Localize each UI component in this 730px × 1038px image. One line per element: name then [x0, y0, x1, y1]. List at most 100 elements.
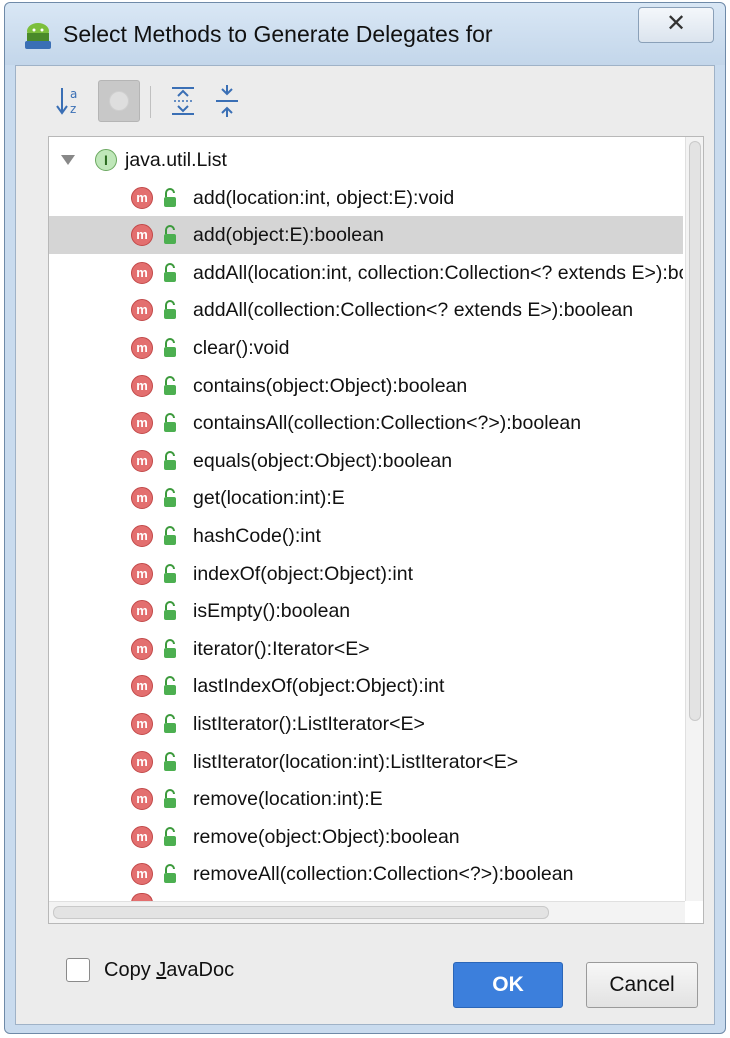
- method-icon: m: [131, 788, 153, 811]
- root-label: java.util.List: [125, 149, 227, 171]
- method-row[interactable]: m hashCode():int: [49, 517, 683, 555]
- show-classes-icon: [109, 91, 129, 111]
- method-signature: contains(object:Object):boolean: [193, 374, 468, 397]
- method-signature: remove(object:Object):boolean: [193, 825, 460, 848]
- method-icon: m: [131, 712, 153, 735]
- method-icon: m: [131, 487, 153, 510]
- public-lock-icon: [164, 864, 176, 884]
- method-signature: containsAll(collection:Collection<?>):bo…: [193, 412, 582, 435]
- expand-all-icon[interactable]: [164, 82, 202, 120]
- sort-alphabetically-icon[interactable]: a z: [54, 82, 92, 120]
- tree-root-node[interactable]: I java.util.List: [49, 141, 683, 179]
- method-signature: lastIndexOf(object:Object):int: [193, 675, 445, 698]
- method-row[interactable]: m contains(object:Object):boolean: [49, 367, 683, 405]
- horizontal-scrollbar[interactable]: [49, 901, 685, 923]
- method-signature: addAll(location:int, collection:Collecti…: [193, 261, 683, 284]
- public-lock-icon: [164, 300, 176, 320]
- method-row[interactable]: m get(location:int):E: [49, 479, 683, 517]
- method-row[interactable]: m equals(object:Object):boolean: [49, 442, 683, 480]
- method-icon: m: [131, 600, 153, 623]
- method-icon: m: [131, 750, 153, 773]
- method-row[interactable]: m remove(location:int):E: [49, 780, 683, 818]
- method-row[interactable]: m addAll(collection:Collection<? extends …: [49, 291, 683, 329]
- method-icon: m: [131, 299, 153, 322]
- method-signature: removeAll(collection:Collection<?>):bool…: [193, 863, 574, 886]
- method-row[interactable]: m containsAll(collection:Collection<?>):b…: [49, 404, 683, 442]
- public-lock-icon: [164, 488, 176, 508]
- svg-text:a: a: [70, 87, 77, 101]
- expand-arrow-icon[interactable]: [61, 155, 75, 165]
- method-signature: iterator():Iterator<E>: [193, 637, 370, 660]
- method-icon: m: [131, 637, 153, 660]
- method-row[interactable]: m iterator():Iterator<E>: [49, 630, 683, 668]
- method-row[interactable]: m lastIndexOf(object:Object):int: [49, 667, 683, 705]
- method-icon: m: [131, 524, 153, 547]
- public-lock-icon: [164, 525, 176, 545]
- dialog-title: Select Methods to Generate Delegates for: [63, 21, 493, 47]
- public-lock-icon: [164, 187, 176, 207]
- method-signature: listIterator():ListIterator<E>: [193, 712, 425, 735]
- label-part: avaDoc: [166, 959, 235, 981]
- public-lock-icon: [164, 713, 176, 733]
- method-row[interactable]: m addAll(location:int, collection:Collect…: [49, 254, 683, 292]
- method-signature: listIterator(location:int):ListIterator<…: [193, 750, 519, 773]
- public-lock-icon: [164, 375, 176, 395]
- copy-javadoc-label: Copy JavaDoc: [104, 959, 234, 982]
- method-signature: isEmpty():boolean: [193, 600, 351, 623]
- public-lock-icon: [164, 413, 176, 433]
- public-lock-icon: [164, 563, 176, 583]
- method-row[interactable]: m clear():void: [49, 329, 683, 367]
- public-lock-icon: [164, 638, 176, 658]
- method-tree[interactable]: I java.util.List m add(location:int, obje…: [48, 136, 704, 924]
- method-row[interactable]: m remove(object:Object):boolean: [49, 818, 683, 856]
- public-lock-icon: [164, 262, 176, 282]
- method-icon: m: [131, 863, 153, 886]
- method-row[interactable]: m listIterator():ListIterator<E>: [49, 705, 683, 743]
- method-signature: addAll(collection:Collection<? extends E…: [193, 299, 634, 322]
- method-icon: m: [131, 261, 153, 284]
- method-icon: m: [131, 336, 153, 359]
- public-lock-icon: [164, 676, 176, 696]
- copy-javadoc-checkbox[interactable]: [66, 958, 90, 982]
- method-icon: m: [131, 412, 153, 435]
- method-signature: add(location:int, object:E):void: [193, 186, 455, 209]
- method-row[interactable]: m isEmpty():boolean: [49, 592, 683, 630]
- android-studio-icon: [25, 23, 51, 49]
- close-button[interactable]: ✕: [638, 7, 714, 43]
- public-lock-icon: [164, 450, 176, 470]
- method-icon: m: [131, 374, 153, 397]
- public-lock-icon: [164, 826, 176, 846]
- show-classes-toggle[interactable]: [98, 80, 140, 122]
- method-signature: equals(object:Object):boolean: [193, 449, 453, 472]
- ok-button[interactable]: OK: [453, 962, 563, 1008]
- dialog-window: Select Methods to Generate Delegates for…: [4, 2, 726, 1034]
- horizontal-scroll-thumb[interactable]: [53, 906, 549, 919]
- method-signature: hashCode():int: [193, 524, 321, 547]
- method-signature: indexOf(object:Object):int: [193, 562, 414, 585]
- vertical-scrollbar[interactable]: [685, 137, 703, 901]
- toolbar-separator: [150, 86, 151, 118]
- svg-text:z: z: [70, 102, 76, 116]
- method-icon: m: [131, 224, 153, 247]
- mnemonic-letter: J: [156, 959, 167, 981]
- label-part: Copy: [104, 959, 157, 981]
- method-icon: m: [131, 449, 153, 472]
- method-icon: m: [131, 186, 153, 209]
- method-icon: m: [131, 825, 153, 848]
- public-lock-icon: [164, 225, 176, 245]
- method-row[interactable]: m listIterator(location:int):ListIterator…: [49, 743, 683, 781]
- cancel-button[interactable]: Cancel: [586, 962, 698, 1008]
- vertical-scroll-thumb[interactable]: [689, 141, 701, 721]
- method-signature: clear():void: [193, 336, 290, 359]
- close-icon: ✕: [665, 10, 687, 37]
- dialog-content: a z I java.util.List m add(location:int,…: [15, 65, 715, 1025]
- method-row[interactable]: m add(location:int, object:E):void: [49, 179, 683, 217]
- collapse-all-icon[interactable]: [208, 82, 246, 120]
- method-row[interactable]: m removeAll(collection:Collection<?>):boo…: [49, 855, 683, 893]
- method-row[interactable]: m add(object:E):boolean: [49, 216, 683, 255]
- method-signature: remove(location:int):E: [193, 788, 383, 811]
- public-lock-icon: [164, 751, 176, 771]
- public-lock-icon: [164, 337, 176, 357]
- public-lock-icon: [164, 601, 176, 621]
- method-row[interactable]: m indexOf(object:Object):int: [49, 555, 683, 593]
